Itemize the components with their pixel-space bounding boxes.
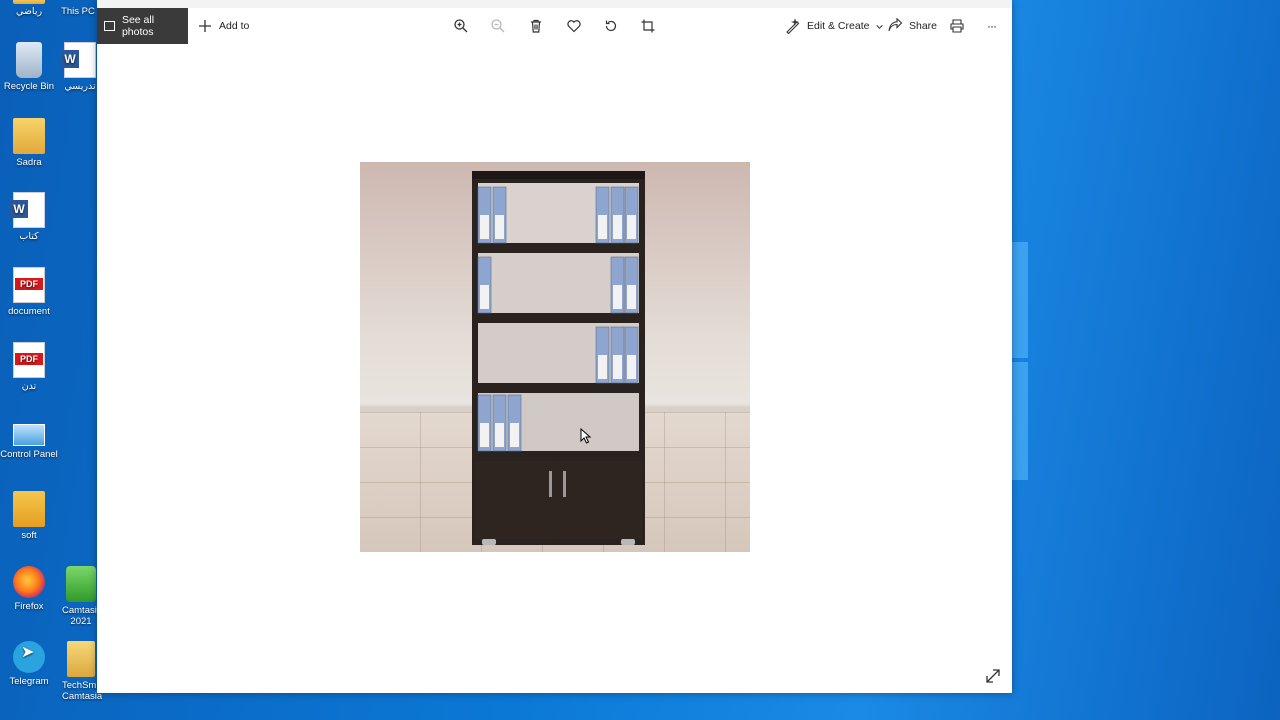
rotate-button[interactable] bbox=[603, 8, 619, 44]
zoom-out-button[interactable] bbox=[490, 8, 506, 44]
firefox-icon bbox=[13, 566, 45, 598]
desktop-icon-label: Camtasia 2021 bbox=[62, 605, 103, 627]
zoom-in-button[interactable] bbox=[453, 8, 469, 44]
desktop-icon-label: تدريسي bbox=[64, 81, 96, 92]
title-strip bbox=[97, 0, 1012, 8]
desktop-icon-firefox[interactable]: Firefox bbox=[0, 566, 62, 612]
chevron-down-icon bbox=[875, 22, 884, 31]
zoom-out-icon bbox=[490, 18, 506, 34]
desktop-icon-tadrisi[interactable]: تدريسي bbox=[60, 42, 100, 92]
desktop-icon-document[interactable]: document bbox=[0, 267, 62, 317]
desktop-icon-telegram[interactable]: Telegram bbox=[0, 641, 62, 687]
trash-icon bbox=[528, 18, 544, 34]
crop-button[interactable] bbox=[640, 8, 656, 44]
word-icon bbox=[10, 192, 45, 228]
desktop-icon-recycle-bin[interactable]: Recycle Bin bbox=[0, 42, 62, 92]
desktop-icon-label: Recycle Bin bbox=[3, 81, 55, 92]
desktop-icon-control-panel[interactable]: Control Panel bbox=[0, 416, 62, 460]
desktop-icon-sadra[interactable]: Sadra bbox=[0, 118, 62, 168]
telegram-icon bbox=[13, 641, 45, 673]
rotate-icon bbox=[603, 18, 619, 34]
photos-toolbar: See all photos Add to Edit & Create Shar… bbox=[97, 8, 1012, 44]
see-all-photos-label: See all photos bbox=[121, 14, 155, 38]
edit-create-button[interactable]: Edit & Create bbox=[785, 8, 884, 44]
archive-icon bbox=[13, 491, 45, 527]
more-options-button[interactable]: ··· bbox=[987, 8, 997, 44]
pc-icon bbox=[62, 0, 94, 4]
wallpaper-light-beam bbox=[1012, 242, 1028, 358]
desktop-icon-label: Telegram bbox=[9, 676, 49, 687]
printer-icon bbox=[949, 18, 965, 34]
desktop-icon-label: تدن bbox=[21, 381, 37, 392]
favorite-button[interactable] bbox=[566, 8, 582, 44]
share-label: Share bbox=[909, 20, 938, 32]
photos-window: See all photos Add to Edit & Create Shar… bbox=[97, 0, 1012, 693]
zoom-in-icon bbox=[453, 18, 469, 34]
folder-icon bbox=[13, 0, 45, 4]
see-all-photos-button[interactable]: See all photos bbox=[97, 8, 188, 44]
desktop-icon-label: soft bbox=[21, 530, 37, 541]
desktop-icon-techsmith[interactable]: TechSmith Camtasia bbox=[62, 641, 107, 702]
word-icon bbox=[61, 42, 96, 78]
desktop-icon-ketab[interactable]: كتاب bbox=[0, 192, 62, 242]
pdf-icon bbox=[13, 342, 45, 378]
control-panel-icon bbox=[13, 424, 45, 446]
edit-create-label: Edit & Create bbox=[807, 20, 870, 32]
heart-icon bbox=[566, 18, 582, 34]
share-button[interactable]: Share bbox=[887, 8, 937, 44]
desktop-icon-soft[interactable]: soft bbox=[0, 491, 62, 541]
pdf-icon bbox=[13, 267, 45, 303]
desktop-icon-label: Firefox bbox=[14, 601, 44, 612]
print-button[interactable] bbox=[949, 8, 965, 44]
bookshelf-cabinet-image bbox=[472, 171, 645, 545]
photo-gallery-icon bbox=[104, 21, 115, 31]
folder-icon bbox=[67, 641, 95, 677]
desktop-icon-label: كتاب bbox=[19, 231, 39, 242]
desktop-icon-label: TechSmith Camtasia bbox=[62, 680, 107, 702]
add-to-button[interactable]: Add to bbox=[197, 8, 249, 44]
desktop-icon-label: Control Panel bbox=[0, 449, 58, 460]
delete-button[interactable] bbox=[528, 8, 544, 44]
photo-viewer-image[interactable] bbox=[360, 162, 750, 552]
recycle-bin-icon bbox=[16, 42, 42, 78]
camtasia-icon bbox=[66, 566, 96, 602]
more-icon: ··· bbox=[987, 19, 997, 33]
expand-icon bbox=[986, 669, 1000, 683]
user-folder-icon bbox=[13, 118, 45, 154]
desktop-icon-label: Sadra bbox=[16, 157, 42, 168]
desktop-icon-label: This PC bbox=[61, 6, 95, 17]
fullscreen-expand-button[interactable] bbox=[984, 667, 1002, 685]
add-to-label: Add to bbox=[219, 20, 250, 32]
plus-icon bbox=[197, 18, 213, 34]
edit-create-icon bbox=[785, 18, 801, 34]
share-icon bbox=[887, 18, 903, 34]
desktop-icon-this-pc[interactable]: This PC bbox=[53, 0, 103, 17]
mouse-cursor-icon bbox=[580, 427, 592, 444]
wallpaper-light-beam bbox=[1012, 362, 1028, 480]
crop-icon bbox=[640, 18, 656, 34]
desktop-icon-label: document bbox=[8, 306, 50, 317]
desktop-icon-pdf-2[interactable]: تدن bbox=[0, 342, 62, 392]
desktop-icon-camtasia[interactable]: Camtasia 2021 bbox=[62, 566, 103, 627]
